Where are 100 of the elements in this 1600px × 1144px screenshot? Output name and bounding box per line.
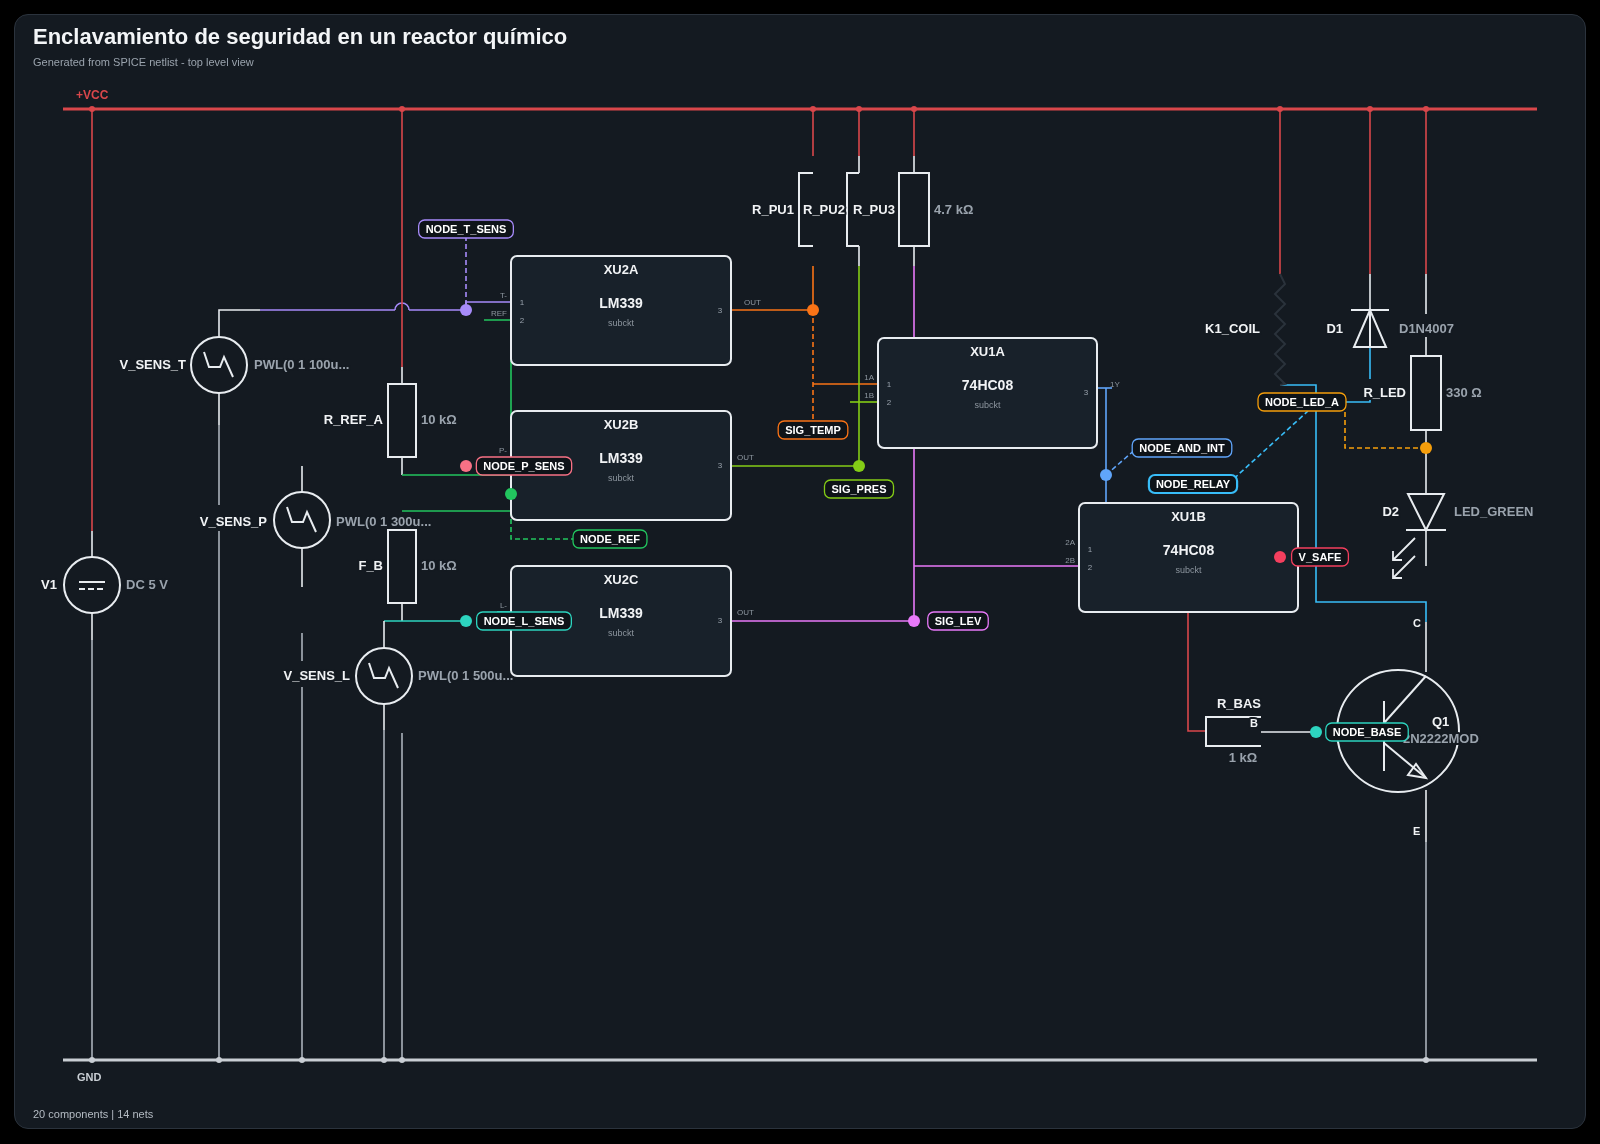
voltage-source-symbol [355,647,413,705]
wire [301,465,303,493]
component-label: XU1B [1171,509,1206,524]
component-label: XU2B [603,417,639,432]
component-label: R_PU2 [803,202,845,217]
pin-name: 1Y [1110,380,1120,389]
pin-label: C [1413,617,1421,629]
junction-dot [1423,1057,1429,1063]
voltage-source-symbol [190,336,248,394]
pin-name: L- [499,601,507,610]
junction-dot [381,1057,387,1063]
component-value: 10 kΩ [421,558,457,573]
component-label: Q1 [1432,714,1450,729]
pin-name: P- [499,446,507,455]
wire [1369,346,1371,380]
component-value: 330 Ω [1446,385,1482,400]
net-label: NODE_P_SENS [475,456,573,476]
junction-dot [216,1057,222,1063]
pin-number: 1 [1087,545,1093,554]
pin-number: 3 [717,616,723,625]
part-number: LM339 [599,295,643,311]
component-label: K1_COIL [1205,321,1260,336]
junction-dot [1277,106,1283,112]
component-label: R_LED [1363,385,1406,400]
component-label: R_PU1 [752,202,794,217]
pin-number: 2 [519,316,525,325]
diode-symbol [1350,307,1390,348]
component-label: XU2A [603,262,639,277]
component-label: V_SENS_P [199,514,267,529]
rail-label: +VCC [76,88,109,102]
net-label: NODE_REF [572,529,648,549]
part-number: 74HC08 [961,377,1014,393]
net-label: NODE_T_SENS [418,219,514,239]
net-label: V_SAFE [1290,547,1350,567]
net-label: NODE_LED_A [1257,392,1347,412]
component-value: 1 kΩ [1228,750,1258,765]
junction-dot [399,106,405,112]
rail-label: GND [77,1071,102,1083]
voltage-source-symbol [273,491,331,549]
component-label: V_SENS_L [283,668,350,683]
component-label: R_PU3 [853,202,895,217]
component-value: PWL(0 1 100u... [254,357,350,372]
component-label: F_B [358,558,383,573]
junction-dot [89,106,95,112]
diagram-subtitle: Generated from SPICE netlist - top level view [33,55,255,69]
pin-name: OUT [737,453,754,462]
component-label: XU2C [603,572,639,587]
model-type: subckt [608,318,634,328]
net-label: SIG_LEV [927,611,989,631]
junction-dot [1367,106,1373,112]
pin-number: 1 [886,380,892,389]
junction-dot [1423,106,1429,112]
resistor-symbol [1205,716,1262,747]
net-label: NODE_AND_INT [1131,438,1233,458]
pin-name: 2A [1065,538,1075,547]
pin-label: E [1413,825,1421,837]
pin-name: OUT [737,608,754,617]
component-label: R_REF_A [323,412,383,427]
model-type: subckt [1175,565,1202,575]
net-label: SIG_TEMP [777,420,849,440]
component-label: D2 [1382,504,1399,519]
junction-dot [299,1057,305,1063]
component-label: V_SENS_T [119,357,186,372]
pin-number: 3 [717,461,723,470]
pin-name: 1A [864,373,874,382]
junction-dot [89,1057,95,1063]
diagram-title: Enclavamiento de seguridad en un reactor químico [33,24,569,50]
junction-dot [399,1057,405,1063]
wire [301,547,303,588]
pin-number: 2 [886,398,892,407]
wire [301,632,303,662]
component-value: DC 5 V [126,577,168,592]
component-value: 4.7 kΩ [934,202,974,217]
pin-name: 1B [864,391,874,400]
part-number: 74HC08 [1162,542,1215,558]
component-label: D1 [1326,321,1343,336]
net-label: SIG_PRES [823,479,895,499]
component-value: PWL(0 1 500u... [418,668,514,683]
part-number: LM339 [599,605,643,621]
model-type: subckt [608,473,634,483]
pin-name: T- [499,291,507,300]
junction-dot [810,106,816,112]
model-type: subckt [974,400,1001,410]
pin-number: 3 [717,306,723,315]
pin-number: 1 [519,298,525,307]
component-value: 10 kΩ [421,412,457,427]
pin-number: 3 [1083,388,1089,397]
component-value: LED_GREEN [1454,504,1534,519]
pin-label: B [1250,717,1258,729]
wire [1425,336,1427,357]
net-label: NODE_RELAY [1147,473,1239,495]
part-number: LM339 [599,450,643,466]
component-value: D1N4007 [1399,321,1454,336]
junction-dot [856,106,862,112]
pin-number: 2 [1087,563,1093,572]
component-label: XU1A [970,344,1005,359]
component-label: R_BAS [1216,696,1262,711]
junction-dot [911,106,917,112]
net-label: NODE_L_SENS [476,611,572,631]
component-label: V1 [41,577,57,592]
